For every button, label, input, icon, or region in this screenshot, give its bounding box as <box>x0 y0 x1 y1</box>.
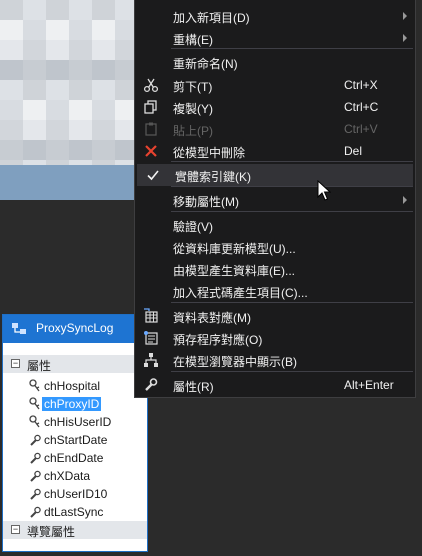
table-mapping-icon <box>144 308 158 323</box>
key-property-icon <box>29 397 40 410</box>
menu-item-9[interactable]: 驗證(V) <box>135 214 415 236</box>
menu-item-label: 貼上(P) <box>173 124 213 138</box>
wrench-property-icon <box>30 452 41 464</box>
menu-item-label: 在模型瀏覽器中顯示(B) <box>173 355 297 369</box>
menu-item-11[interactable]: 由模型產生資料庫(E)... <box>135 258 415 280</box>
delete-icon <box>145 145 157 157</box>
menu-item-15[interactable]: 在模型瀏覽器中顯示(B) <box>135 349 415 371</box>
menu-item-label: 預存程序對應(O) <box>173 333 263 347</box>
entity-shape-proxysynclog[interactable]: ProxySyncLog − 屬性 − 導覽屬性 chHospital chPro… <box>2 314 148 552</box>
menu-item-5: 貼上(P) Ctrl+V <box>135 118 415 140</box>
paste-icon <box>145 122 157 136</box>
menu-item-shortcut: Ctrl+C <box>344 100 379 114</box>
entity-property-row[interactable]: chUserID10 <box>3 485 147 503</box>
mouse-cursor-icon <box>317 180 331 201</box>
menu-item-shortcut: Del <box>344 144 363 158</box>
menu-item-shortcut: Alt+Enter <box>344 378 394 392</box>
menu-separator <box>171 371 413 372</box>
menu-item-4[interactable]: 複製(Y) Ctrl+C <box>135 96 415 118</box>
menu-item-label: 從模型中刪除 <box>173 146 246 160</box>
menu-item-label: 驗證(V) <box>173 220 213 234</box>
submenu-arrow-icon <box>403 12 407 20</box>
menu-item-shortcut: Ctrl+X <box>344 78 378 92</box>
menu-item-shortcut: Ctrl+V <box>344 122 378 136</box>
properties-section-header[interactable]: − 屬性 <box>3 355 147 373</box>
navigation-section-header[interactable]: − 導覽屬性 <box>3 521 147 539</box>
checkmark-icon <box>147 170 159 181</box>
properties-header-label: 屬性 <box>27 359 52 373</box>
entity-property-row[interactable]: chXData <box>3 467 147 485</box>
copy-icon <box>144 100 157 114</box>
collapse-icon[interactable]: − <box>11 359 20 368</box>
wrench-property-icon <box>30 506 41 518</box>
menu-item-12[interactable]: 加入程式碼產生項目(C)... <box>135 280 415 302</box>
menu-item-0[interactable]: 加入新項目(D) <box>135 5 415 27</box>
entity-property-row[interactable]: chStartDate <box>3 431 147 449</box>
stored-procedure-icon <box>144 331 158 345</box>
key-property-icon <box>29 379 40 392</box>
entity-property-name: chXData <box>44 469 91 483</box>
menu-item-label: 重新命名(N) <box>173 57 238 71</box>
entity-property-name: chProxyID <box>42 397 102 411</box>
menu-item-1[interactable]: 重構(E) <box>135 27 415 49</box>
navigation-header-label: 導覽屬性 <box>27 525 76 539</box>
wrench-property-icon <box>30 434 41 446</box>
menu-item-label: 實體索引鍵(K) <box>175 170 251 184</box>
wrench-property-icon <box>30 470 41 482</box>
menu-item-label: 從資料庫更新模型(U)... <box>173 242 296 256</box>
entity-icon <box>12 323 26 334</box>
wrench-icon <box>145 378 158 391</box>
menu-item-13[interactable]: 資料表對應(M) <box>135 305 415 327</box>
menu-item-label: 重構(E) <box>173 33 213 47</box>
menu-item-label: 加入程式碼產生項目(C)... <box>173 286 308 300</box>
menu-separator <box>171 186 413 187</box>
entity-property-name: dtLastSync <box>44 505 104 519</box>
menu-item-2[interactable]: 重新命名(N) <box>135 51 415 73</box>
entity-property-row[interactable]: dtLastSync <box>3 503 147 521</box>
entity-property-row[interactable]: chEndDate <box>3 449 147 467</box>
entity-property-row[interactable]: chProxyID <box>3 395 147 413</box>
menu-item-label: 由模型產生資料庫(E)... <box>173 264 295 278</box>
entity-property-row[interactable]: chHospital <box>3 377 147 395</box>
menu-item-label: 加入新項目(D) <box>173 11 250 25</box>
menu-item-label: 資料表對應(M) <box>173 311 251 325</box>
menu-item-label: 屬性(R) <box>173 380 214 394</box>
menu-separator <box>171 302 413 303</box>
menu-item-7[interactable]: 實體索引鍵(K) <box>137 164 413 186</box>
menu-item-label: 複製(Y) <box>173 102 213 116</box>
entity-property-name: chStartDate <box>44 433 108 447</box>
entity-property-name: chHisUserID <box>44 415 112 429</box>
menu-item-16[interactable]: 屬性(R) Alt+Enter <box>135 374 415 396</box>
menu-item-10[interactable]: 從資料庫更新模型(U)... <box>135 236 415 258</box>
key-property-icon <box>29 415 40 428</box>
menu-item-label: 剪下(T) <box>173 80 213 94</box>
entity-title-bar[interactable]: ProxySyncLog <box>3 315 147 343</box>
entity-property-row[interactable]: chHisUserID <box>3 413 147 431</box>
menu-item-6[interactable]: 從模型中刪除 Del <box>135 140 415 162</box>
collapse-icon[interactable]: − <box>11 525 20 534</box>
menu-item-8[interactable]: 移動屬性(M) <box>135 189 415 211</box>
designer-canvas-blurred <box>0 0 136 200</box>
submenu-arrow-icon <box>403 34 407 42</box>
submenu-arrow-icon <box>403 196 407 204</box>
scissors-icon <box>143 78 159 93</box>
entity-property-name: chEndDate <box>44 451 104 465</box>
context-menu: 加入新項目(D) 重構(E) 重新命名(N) 剪下(T) Ctrl+X 複製(Y) Ctrl… <box>134 0 416 398</box>
menu-item-label: 移動屬性(M) <box>173 195 239 209</box>
model-browser-icon <box>144 353 158 367</box>
entity-property-name: chUserID10 <box>44 487 108 501</box>
entity-property-name: chHospital <box>44 379 101 393</box>
menu-item-14[interactable]: 預存程序對應(O) <box>135 327 415 349</box>
menu-item-3[interactable]: 剪下(T) Ctrl+X <box>135 74 415 96</box>
entity-title: ProxySyncLog <box>36 321 114 335</box>
wrench-property-icon <box>30 488 41 500</box>
menu-separator <box>171 211 413 212</box>
